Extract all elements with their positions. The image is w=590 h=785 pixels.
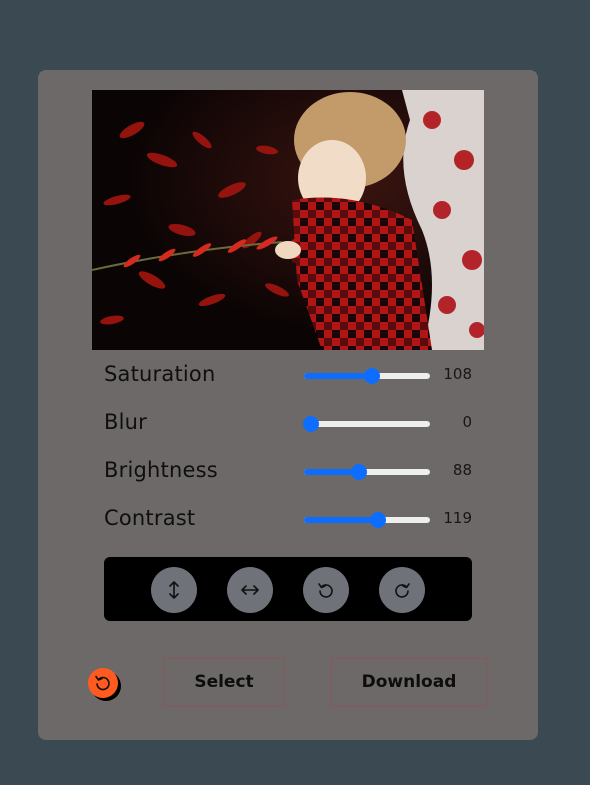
slider-fill [304, 373, 373, 379]
editor-card: Saturation 108 Blur 0 Brightness 88 Cont… [38, 70, 538, 740]
transform-toolbar [104, 557, 472, 621]
brightness-row: Brightness 88 [104, 448, 472, 496]
rotate-left-button[interactable] [303, 567, 349, 613]
reset-icon [95, 675, 110, 691]
brightness-label: Brightness [104, 458, 218, 482]
blur-row: Blur 0 [104, 400, 472, 448]
slider-thumb[interactable] [364, 368, 381, 384]
brightness-value: 88 [452, 461, 472, 479]
blur-label: Blur [104, 410, 147, 434]
flip-vertical-icon [169, 581, 179, 599]
slider-thumb[interactable] [351, 464, 368, 480]
photo-image [92, 90, 484, 350]
select-button[interactable]: Select [163, 657, 285, 707]
saturation-value: 108 [443, 365, 472, 383]
rotate-right-button[interactable] [379, 567, 425, 613]
blur-slider[interactable] [303, 416, 430, 432]
blur-value: 0 [462, 413, 472, 431]
reset-circle [88, 668, 118, 698]
rotate-left-icon [318, 583, 333, 598]
contrast-row: Contrast 119 [104, 496, 472, 544]
rotate-right-icon [395, 583, 410, 598]
flip-vertical-button[interactable] [151, 567, 197, 613]
reset-button[interactable] [88, 668, 121, 701]
contrast-slider[interactable] [304, 512, 430, 528]
flip-horizontal-icon [241, 585, 259, 595]
slider-thumb[interactable] [370, 512, 387, 528]
saturation-row: Saturation 108 [104, 352, 472, 400]
flip-horizontal-button[interactable] [227, 567, 273, 613]
photo-preview [92, 90, 484, 350]
download-button[interactable]: Download [330, 657, 488, 707]
saturation-label: Saturation [104, 362, 216, 386]
adjustment-controls: Saturation 108 Blur 0 Brightness 88 Cont… [104, 352, 472, 544]
slider-fill [304, 517, 379, 523]
slider-track [304, 421, 430, 427]
brightness-slider[interactable] [304, 464, 430, 480]
saturation-slider[interactable] [304, 368, 430, 384]
contrast-value: 119 [443, 509, 472, 527]
contrast-label: Contrast [104, 506, 196, 530]
slider-thumb[interactable] [303, 416, 319, 432]
